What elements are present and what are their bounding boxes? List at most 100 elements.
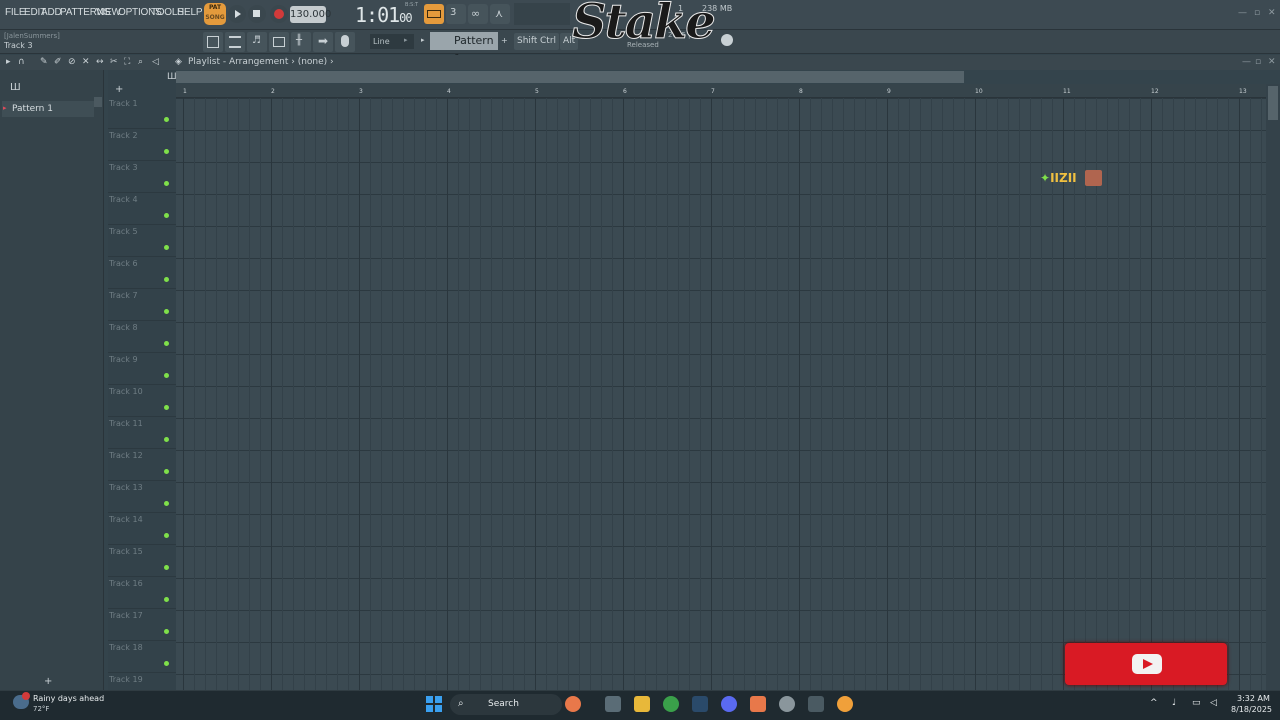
- paint-icon[interactable]: ✐: [54, 57, 62, 67]
- picker-item-pattern-1[interactable]: Pattern 1: [2, 101, 94, 117]
- playlist-menu-icon[interactable]: ▸: [6, 57, 11, 67]
- track-header[interactable]: Track 8: [108, 321, 176, 353]
- volume-icon[interactable]: ◁: [1210, 698, 1217, 708]
- display-icon[interactable]: ▭: [1192, 698, 1201, 708]
- steam-icon[interactable]: [692, 696, 708, 712]
- track-header[interactable]: Track 17: [108, 609, 176, 641]
- track-header[interactable]: Track 7: [108, 289, 176, 321]
- loop-record-button[interactable]: ∞: [468, 4, 488, 24]
- piano-roll-button[interactable]: ♬: [247, 32, 267, 52]
- picker-scrollbar[interactable]: [94, 97, 102, 107]
- record-button[interactable]: [270, 5, 288, 23]
- track-mute-indicator[interactable]: [164, 181, 169, 186]
- ctrl-key-button[interactable]: Ctrl: [537, 33, 560, 50]
- track-header[interactable]: Track 15: [108, 545, 176, 577]
- menu-file[interactable]: FILE: [5, 7, 26, 18]
- play-button[interactable]: [228, 5, 246, 23]
- track-header[interactable]: Track 14: [108, 513, 176, 545]
- arrangement-grid[interactable]: [176, 98, 1266, 690]
- track-header[interactable]: Track 13: [108, 481, 176, 513]
- pattern-prev-icon[interactable]: ▸: [421, 36, 425, 44]
- delete-icon[interactable]: ⊘: [68, 57, 76, 67]
- track-mute-indicator[interactable]: [164, 341, 169, 346]
- track-header[interactable]: Track 16: [108, 577, 176, 609]
- track-header[interactable]: Track 1: [108, 97, 176, 129]
- pattern-add-icon[interactable]: +: [501, 36, 508, 45]
- audio-input-button[interactable]: [335, 32, 355, 52]
- speaker-icon[interactable]: ◁: [152, 57, 159, 67]
- typing-keyboard-button[interactable]: [424, 4, 444, 24]
- track-header[interactable]: Track 5: [108, 225, 176, 257]
- chevron-up-icon[interactable]: ^: [1150, 698, 1158, 708]
- channel-rack-button[interactable]: [225, 32, 245, 52]
- mixer-button[interactable]: ╫: [291, 32, 311, 52]
- discord-icon[interactable]: [721, 696, 737, 712]
- track-header[interactable]: Track 6: [108, 257, 176, 289]
- track-header[interactable]: Track 3: [108, 161, 176, 193]
- vertical-scrollbar-track[interactable]: [1266, 84, 1280, 690]
- magnet-icon[interactable]: ∩: [18, 57, 25, 67]
- track-mute-indicator[interactable]: [164, 597, 169, 602]
- slip-icon[interactable]: ↔: [96, 57, 104, 67]
- add-track-icon[interactable]: +: [115, 84, 123, 95]
- app-icon[interactable]: [750, 696, 766, 712]
- tempo-display[interactable]: 130.000: [290, 6, 331, 23]
- track-header[interactable]: Track 9: [108, 353, 176, 385]
- timeline-ruler[interactable]: [176, 84, 1266, 98]
- search-highlight-icon[interactable]: [565, 696, 581, 712]
- clock-time[interactable]: 3:32 AM: [1237, 694, 1270, 703]
- pat-song-toggle[interactable]: PAT SONG: [204, 3, 226, 25]
- step-edit-button[interactable]: 3: [446, 4, 466, 24]
- track-mute-indicator[interactable]: [164, 373, 169, 378]
- select-icon[interactable]: ⛶: [124, 57, 130, 67]
- track-mute-indicator[interactable]: [164, 309, 169, 314]
- pattern-selector[interactable]: Pattern 1: [430, 32, 498, 65]
- minimize-icon[interactable]: —: [1238, 8, 1247, 18]
- playlist-window-button[interactable]: [203, 32, 223, 52]
- metronome-button[interactable]: ⋏: [490, 4, 510, 24]
- horizontal-scrollbar[interactable]: [176, 71, 964, 83]
- track-header[interactable]: Track 11: [108, 417, 176, 449]
- weather-title[interactable]: Rainy days ahead: [33, 694, 104, 703]
- xbox-icon[interactable]: [808, 696, 824, 712]
- obs-icon[interactable]: [779, 696, 795, 712]
- windows-start-icon[interactable]: [426, 696, 442, 712]
- add-icon[interactable]: +: [44, 676, 52, 687]
- track-mute-indicator[interactable]: [164, 565, 169, 570]
- track-mute-indicator[interactable]: [164, 149, 169, 154]
- track-mute-indicator[interactable]: [164, 245, 169, 250]
- maximize-icon[interactable]: ▫: [1254, 8, 1260, 18]
- track-mute-indicator[interactable]: [164, 117, 169, 122]
- track-mute-indicator[interactable]: [164, 629, 169, 634]
- taskbar-search[interactable]: Search: [450, 694, 562, 715]
- globe-icon[interactable]: [721, 34, 733, 46]
- slice-icon[interactable]: ✂: [110, 57, 118, 67]
- playlist-minimize-icon[interactable]: —: [1242, 57, 1251, 67]
- arrangement-icon[interactable]: ◈: [175, 57, 182, 67]
- track-mute-indicator[interactable]: [164, 661, 169, 666]
- weather-temp[interactable]: 72°F: [33, 705, 49, 713]
- track-mute-indicator[interactable]: [164, 533, 169, 538]
- file-explorer-icon[interactable]: [634, 696, 650, 712]
- piano-icon[interactable]: Ш: [10, 82, 21, 93]
- chrome-icon[interactable]: [663, 696, 679, 712]
- playlist-close-icon[interactable]: ✕: [1268, 57, 1276, 67]
- stop-button[interactable]: [248, 5, 266, 23]
- pencil-icon[interactable]: ✎: [40, 57, 48, 67]
- mute-icon[interactable]: ✕: [82, 57, 90, 67]
- playlist-maximize-icon[interactable]: ▫: [1255, 57, 1261, 67]
- microphone-tray-icon[interactable]: ♩: [1172, 698, 1176, 708]
- plugin-button[interactable]: ➡: [313, 32, 333, 52]
- close-icon[interactable]: ✕: [1268, 8, 1276, 18]
- fl-studio-icon[interactable]: [837, 696, 853, 712]
- track-header[interactable]: Track 12: [108, 449, 176, 481]
- track-mute-indicator[interactable]: [164, 277, 169, 282]
- track-header[interactable]: Track 4: [108, 193, 176, 225]
- browser-button[interactable]: [269, 32, 289, 52]
- track-mute-indicator[interactable]: [164, 405, 169, 410]
- menu-help[interactable]: HELP: [177, 7, 203, 18]
- menu-add[interactable]: ADD: [41, 7, 62, 18]
- track-mute-indicator[interactable]: [164, 213, 169, 218]
- track-mute-indicator[interactable]: [164, 469, 169, 474]
- zoom-icon[interactable]: ⌕: [138, 57, 143, 67]
